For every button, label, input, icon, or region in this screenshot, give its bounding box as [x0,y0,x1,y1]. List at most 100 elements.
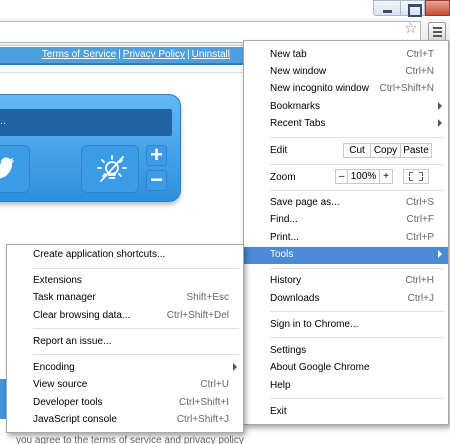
menu-item-label: New incognito window [270,83,369,94]
close-button[interactable] [425,0,450,16]
menu-item-history[interactable]: History Ctrl+H [244,273,448,290]
menu-separator [270,190,444,191]
menu-item-shortcut: Shift+Esc [186,292,229,303]
fullscreen-icon [419,172,423,176]
menu-separator [270,137,444,138]
menu-item-label: Task manager [33,292,96,303]
menu-item-new-incognito[interactable]: New incognito window Ctrl+Shift+N [244,81,448,98]
menu-item-shortcut: Ctrl+Shift+N [379,83,434,94]
menu-item-about[interactable]: About Google Chrome [244,360,448,377]
menu-item-new-tab[interactable]: New tab Ctrl+T [244,47,448,64]
menu-item-find[interactable]: Find... Ctrl+F [244,212,448,229]
divider [0,72,248,73]
plus-button[interactable]: + [146,144,167,166]
menu-separator [270,398,444,399]
zoom-out-button[interactable]: – [335,169,348,184]
footer-text: you agree to the terms of service and pr… [16,435,244,444]
menu-item-label: Encoding [33,362,75,373]
edit-label: Edit [270,145,288,156]
menu-separator [33,354,239,355]
menu-item-help[interactable]: Help [244,378,448,395]
submenu-item-clear-data[interactable]: Clear browsing data... Ctrl+Shift+Del [7,308,243,325]
menu-line-icon [433,27,442,29]
menu-item-shortcut: Ctrl+Shift+I [178,397,229,408]
menu-separator [33,268,239,269]
paste-button[interactable]: Paste [401,143,432,158]
minus-button[interactable]: − [146,169,167,191]
fullscreen-button[interactable] [403,169,429,184]
menu-item-label: Print... [270,232,299,243]
menu-line-icon [433,31,442,33]
submenu-item-extensions[interactable]: Extensions [7,273,243,290]
menu-item-shortcut: Ctrl+J [407,293,434,304]
menu-item-downloads[interactable]: Downloads Ctrl+J [244,291,448,308]
menu-item-label: Report an issue... [33,336,112,347]
menu-item-sign-in[interactable]: Sign in to Chrome... [244,317,448,334]
menu-item-new-window[interactable]: New window Ctrl+N [244,64,448,81]
uninstall-link[interactable]: Uninstall [192,49,230,60]
fullscreen-icon [419,177,423,181]
submenu-item-view-source[interactable]: View source Ctrl+U [7,377,243,394]
menu-item-label: Sign in to Chrome... [270,319,359,330]
chrome-menu-button[interactable] [428,22,446,41]
submenu-arrow-icon [438,102,442,110]
menu-item-exit[interactable]: Exit [244,404,448,421]
menu-item-label: New tab [270,49,307,60]
chrome-main-menu: New tab Ctrl+T New window Ctrl+N New inc… [243,40,449,425]
tools-submenu: Create application shortcuts... Extensio… [6,244,244,433]
menu-item-label: History [270,275,302,286]
search-placeholder: ... [0,115,7,127]
zoom-label: Zoom [270,172,296,183]
menu-item-label: Create application shortcuts... [33,249,166,260]
light-toggle-button[interactable] [81,145,139,193]
menu-item-settings[interactable]: Settings [244,343,448,360]
menu-item-label: New window [270,66,327,77]
twitter-button[interactable] [0,145,30,193]
menu-item-label: Developer tools [33,397,103,408]
twitter-icon [0,157,14,179]
submenu-item-create-shortcuts[interactable]: Create application shortcuts... [7,247,243,264]
menu-item-shortcut: Ctrl+Shift+J [176,414,229,425]
submenu-item-encoding[interactable]: Encoding [7,360,243,377]
submenu-item-dev-tools[interactable]: Developer tools Ctrl+Shift+I [7,395,243,412]
menu-item-shortcut: Ctrl+U [200,379,229,390]
menu-separator [270,268,444,269]
menu-item-label: Save page as... [270,197,340,208]
copy-button[interactable]: Copy [371,143,401,158]
menu-separator [270,311,444,312]
menu-item-shortcut: Ctrl+F [406,214,435,225]
menu-item-save-page[interactable]: Save page as... Ctrl+S [244,195,448,212]
submenu-arrow-icon [438,119,442,127]
menu-item-tools[interactable]: Tools [244,247,448,264]
menu-item-label: Exit [270,406,287,417]
menu-separator [33,328,239,329]
toolbar-widget: ... + − [0,94,181,202]
menu-item-label: Recent Tabs [270,118,326,129]
menu-item-shortcut: Ctrl+Shift+Del [166,310,229,321]
menu-item-label: Downloads [270,293,320,304]
menu-item-recent-tabs[interactable]: Recent Tabs [244,116,448,133]
minimize-button[interactable] [373,0,400,16]
submenu-item-js-console[interactable]: JavaScript console Ctrl+Shift+J [7,412,243,429]
menu-item-label: View source [33,379,88,390]
menu-item-label: Find... [270,214,298,225]
bookmark-star-icon[interactable]: ☆ [404,21,417,37]
fullscreen-icon [409,177,413,181]
submenu-item-report-issue[interactable]: Report an issue... [7,334,243,351]
menu-item-print[interactable]: Print... Ctrl+P [244,230,448,247]
menu-item-shortcut: Ctrl+P [405,232,434,243]
maximize-button[interactable] [400,0,425,17]
menu-item-label: JavaScript console [33,414,117,425]
privacy-link[interactable]: Privacy Policy [123,49,185,60]
menu-item-bookmarks[interactable]: Bookmarks [244,99,448,116]
submenu-arrow-icon [438,250,442,258]
terms-link[interactable]: Terms of Service [42,49,116,60]
menu-separator [270,337,444,338]
submenu-item-task-manager[interactable]: Task manager Shift+Esc [7,290,243,307]
menu-item-label: Settings [270,345,307,356]
zoom-in-button[interactable]: + [380,169,393,184]
menu-item-shortcut: Ctrl+H [405,275,434,286]
search-field[interactable]: ... [0,109,172,136]
cut-button[interactable]: Cut [343,143,371,158]
menu-item-label: Bookmarks [270,101,321,112]
